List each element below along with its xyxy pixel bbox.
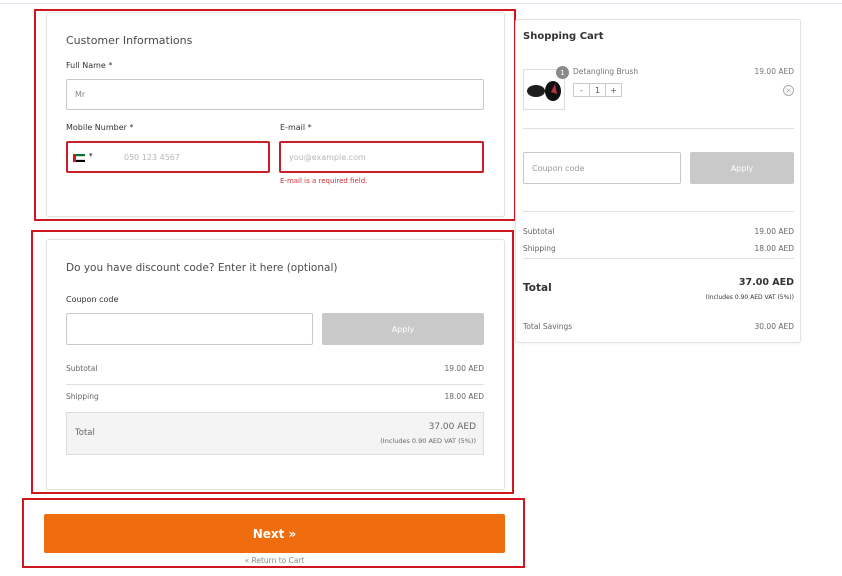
full-name-input[interactable]: Mr — [66, 79, 484, 110]
total-value: 37.00 AED — [428, 422, 476, 432]
next-button[interactable]: Next » — [44, 514, 505, 553]
email-placeholder: you@example.com — [289, 152, 366, 162]
full-name-value: Mr — [75, 90, 86, 99]
cart-shipping-value: 18.00 AED — [754, 244, 795, 253]
cart-item-name: Detangling Brush — [573, 67, 639, 76]
apply-coupon-button[interactable]: Apply — [322, 313, 484, 345]
quantity-stepper: - 1 + — [573, 83, 622, 97]
shipping-label: Shipping — [66, 392, 99, 401]
discount-title: Do you have discount code? Enter it here… — [66, 262, 338, 274]
cart-shipping-label: Shipping — [523, 244, 556, 253]
cart-subtotal-value: 19.00 AED — [754, 227, 795, 236]
cart-apply-button[interactable]: Apply — [690, 152, 794, 184]
summary-divider — [66, 384, 484, 385]
cart-total-label: Total — [523, 282, 552, 294]
total-box: Total 37.00 AED (Includes 0.90 AED VAT (… — [66, 412, 484, 455]
chevron-down-icon: ▾ — [89, 151, 93, 159]
mobile-number-placeholder: 050 123 4567 — [124, 153, 180, 162]
increase-qty-button[interactable]: + — [606, 84, 621, 96]
total-savings-value: 30.00 AED — [754, 322, 795, 331]
shopping-cart-title: Shopping Cart — [523, 31, 604, 42]
cart-item-qty-badge: 1 — [556, 66, 569, 79]
shipping-value: 18.00 AED — [444, 392, 485, 401]
total-label: Total — [75, 428, 95, 438]
decrease-qty-button[interactable]: - — [574, 84, 590, 96]
top-border — [0, 3, 842, 4]
cart-coupon-input[interactable]: Coupon code — [523, 152, 681, 184]
subtotal-label: Subtotal — [66, 364, 98, 373]
total-savings-label: Total Savings — [523, 322, 573, 331]
quantity-value[interactable]: 1 — [590, 84, 606, 96]
total-vat-note: (Includes 0.90 AED VAT (5%)) — [380, 437, 476, 445]
cart-coupon-placeholder: Coupon code — [532, 163, 585, 173]
coupon-code-label: Coupon code — [66, 295, 119, 304]
cart-subtotal-label: Subtotal — [523, 227, 555, 236]
cart-item-price: 19.00 AED — [754, 67, 795, 76]
customer-info-title: Customer Informations — [66, 34, 193, 47]
uae-flag-icon — [73, 154, 85, 162]
remove-item-icon[interactable]: × — [783, 85, 794, 96]
full-name-label: Full Name * — [66, 61, 113, 70]
cart-divider-3 — [523, 258, 794, 259]
cart-divider-1 — [523, 128, 794, 129]
country-code-selector[interactable]: ▾ — [73, 151, 101, 164]
coupon-code-input[interactable] — [66, 313, 313, 345]
cart-divider-2 — [523, 211, 794, 212]
mobile-number-input[interactable]: ▾ 050 123 4567 — [66, 141, 270, 173]
cart-total-vat-note: (Includes 0.90 AED VAT (5%)) — [705, 294, 794, 301]
return-to-cart-link[interactable]: « Return to Cart — [0, 556, 549, 565]
subtotal-value: 19.00 AED — [444, 364, 485, 373]
cart-total-value: 37.00 AED — [738, 277, 794, 288]
email-input[interactable]: you@example.com — [279, 141, 484, 173]
mobile-number-label: Mobile Number * — [66, 123, 134, 132]
email-label: E-mail * — [280, 123, 312, 132]
email-error-message: E-mail is a required field. — [280, 177, 368, 185]
